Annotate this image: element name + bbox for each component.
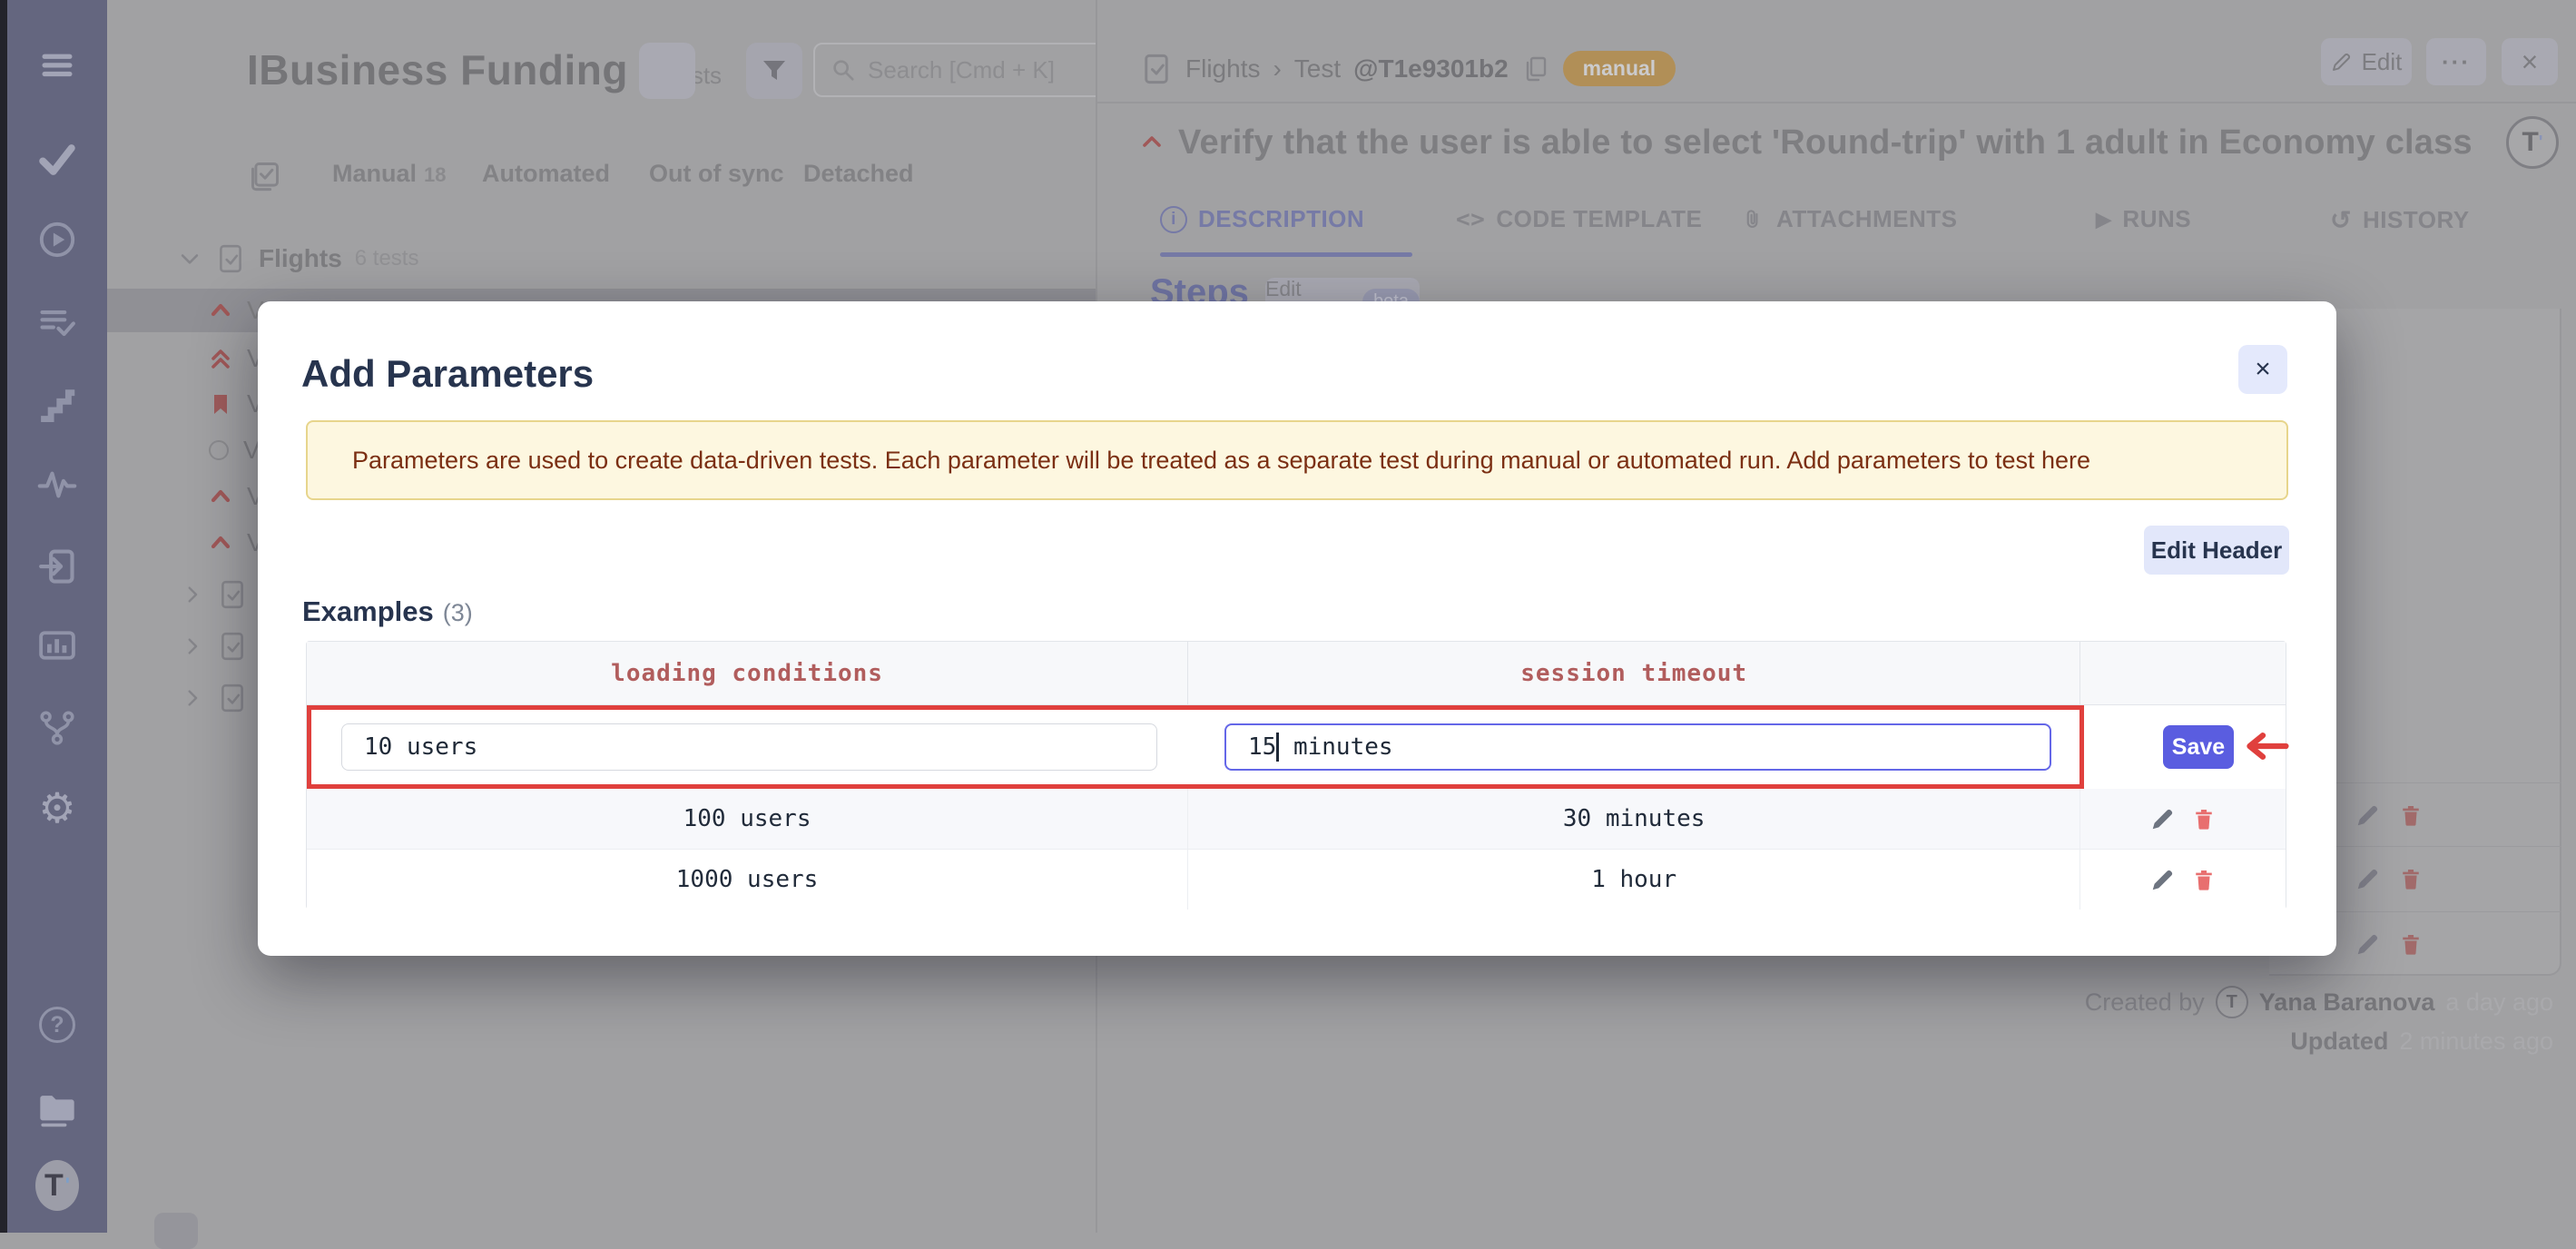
edit-header-button[interactable]: Edit Header — [2144, 526, 2289, 575]
close-icon: × — [2255, 354, 2271, 385]
param2-text-before-caret: 15 — [1248, 733, 1276, 761]
example-cell: 1 hour — [1188, 850, 2080, 910]
column-header-actions — [2080, 642, 2286, 704]
param2-input[interactable]: 15 minutes — [1224, 723, 2051, 771]
edit-row-icon[interactable] — [2149, 866, 2177, 893]
examples-label: Examples — [302, 595, 434, 627]
param1-input[interactable] — [342, 733, 1156, 761]
example-cell: 100 users — [307, 789, 1188, 849]
save-button-label: Save — [2172, 734, 2225, 761]
save-button[interactable]: Save — [2163, 725, 2234, 769]
table-header-row: loading conditions session timeout — [307, 642, 2286, 705]
param1-input-wrap — [341, 723, 1157, 771]
column-header: loading conditions — [307, 642, 1188, 704]
examples-heading: Examples (3) — [302, 595, 473, 628]
example-row: 100 users 30 minutes — [307, 789, 2286, 850]
example-cell: 1000 users — [307, 850, 1188, 910]
row-actions — [2080, 789, 2286, 849]
edit-header-label: Edit Header — [2151, 536, 2283, 565]
info-banner: Parameters are used to create data-drive… — [306, 420, 2288, 500]
modal-close-button[interactable]: × — [2238, 345, 2287, 394]
column-header: session timeout — [1188, 642, 2080, 704]
example-row: 1000 users 1 hour — [307, 850, 2286, 910]
delete-row-icon[interactable] — [2191, 867, 2217, 892]
annotation-arrow-icon — [2237, 727, 2289, 765]
delete-row-icon[interactable] — [2191, 806, 2217, 831]
example-cell: 30 minutes — [1188, 789, 2080, 849]
edit-row-icon[interactable] — [2149, 805, 2177, 832]
info-banner-text: Parameters are used to create data-drive… — [352, 447, 2090, 475]
examples-table: loading conditions session timeout 15 mi… — [306, 641, 2286, 910]
examples-count: (3) — [443, 599, 473, 626]
add-parameters-modal: Add Parameters × Parameters are used to … — [258, 301, 2336, 956]
row-actions — [2080, 850, 2286, 910]
modal-title: Add Parameters — [301, 352, 594, 396]
param2-text-after-caret: minutes — [1279, 733, 1392, 761]
